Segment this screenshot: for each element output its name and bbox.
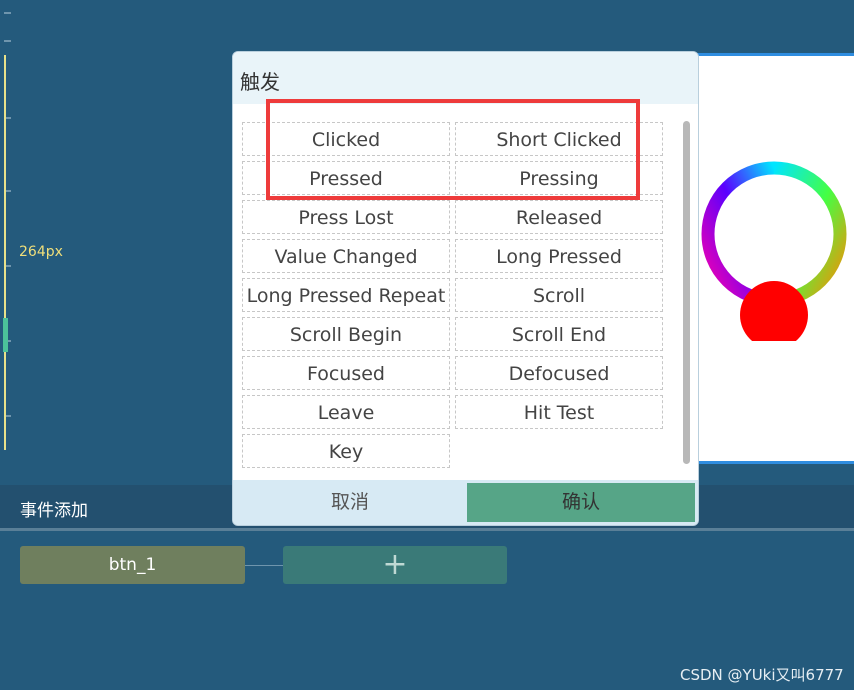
cancel-button[interactable]: 取消 — [233, 480, 467, 525]
event-option-scroll-begin[interactable]: Scroll Begin — [242, 317, 450, 351]
ruler-tick — [4, 12, 11, 14]
dialog-title: 触发 — [240, 70, 280, 94]
ruler-guide-line — [4, 55, 6, 450]
ruler-tick — [4, 40, 11, 42]
event-option-press-lost[interactable]: Press Lost — [242, 200, 450, 234]
btn-1-node[interactable]: btn_1 — [20, 546, 245, 584]
event-option-long-pressed[interactable]: Long Pressed — [455, 239, 663, 273]
ruler-size-label: 264px — [19, 244, 63, 260]
event-option-scroll[interactable]: Scroll — [455, 278, 663, 312]
node-connector — [245, 565, 283, 566]
ruler-marker[interactable] — [3, 318, 8, 352]
highlight-annotation-box — [266, 99, 640, 200]
add-event-button[interactable]: + — [283, 546, 507, 584]
dialog-header — [233, 52, 698, 104]
event-option-key[interactable]: Key — [242, 434, 450, 468]
canvas-preview[interactable] — [696, 53, 854, 464]
event-option-value-changed[interactable]: Value Changed — [242, 239, 450, 273]
confirm-button[interactable]: 确认 — [467, 483, 695, 522]
watermark: CSDN @YUki又叫6777 — [680, 666, 844, 684]
event-option-released[interactable]: Released — [455, 200, 663, 234]
event-option-long-pressed-repeat[interactable]: Long Pressed Repeat — [242, 278, 450, 312]
dialog-footer: 取消 确认 — [233, 480, 698, 525]
color-wheel-widget[interactable] — [696, 156, 854, 341]
vertical-ruler — [0, 0, 20, 460]
event-option-scroll-end[interactable]: Scroll End — [455, 317, 663, 351]
event-option-leave[interactable]: Leave — [242, 395, 450, 429]
event-option-focused[interactable]: Focused — [242, 356, 450, 390]
event-option-defocused[interactable]: Defocused — [455, 356, 663, 390]
divider — [0, 528, 854, 531]
dialog-scrollbar[interactable] — [683, 121, 690, 464]
event-panel-title: 事件添加 — [20, 501, 88, 521]
event-option-hit-test[interactable]: Hit Test — [455, 395, 663, 429]
